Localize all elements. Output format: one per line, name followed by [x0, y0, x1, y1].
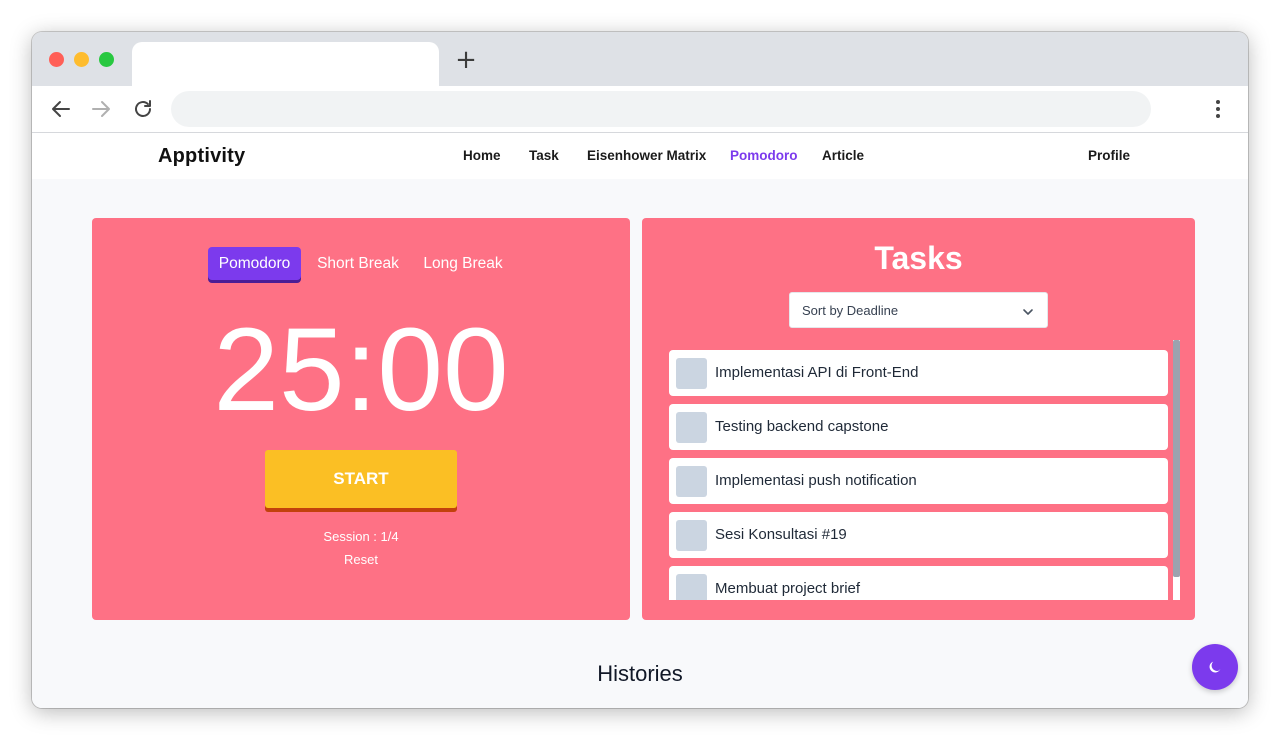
chevron-down-icon — [1021, 304, 1035, 318]
close-window-button[interactable] — [49, 52, 64, 67]
task-checkbox[interactable] — [676, 358, 707, 389]
nav-link-eisenhower-matrix[interactable]: Eisenhower Matrix — [587, 148, 706, 163]
reset-link[interactable]: Reset — [92, 552, 630, 567]
forward-arrow-icon[interactable] — [89, 97, 113, 121]
task-title: Implementasi push notification — [715, 472, 917, 489]
browser-menu-icon[interactable] — [1206, 97, 1230, 121]
minimize-window-button[interactable] — [74, 52, 89, 67]
maximize-window-button[interactable] — [99, 52, 114, 67]
nav-link-pomodoro[interactable]: Pomodoro — [730, 148, 798, 163]
task-item[interactable]: Sesi Konsultasi #19 — [669, 512, 1168, 558]
mode-tab-short-break[interactable]: Short Break — [311, 247, 405, 280]
task-checkbox[interactable] — [676, 466, 707, 497]
task-checkbox[interactable] — [676, 412, 707, 443]
nav-link-task[interactable]: Task — [529, 148, 559, 163]
task-item[interactable]: Implementasi API di Front-End — [669, 350, 1168, 396]
task-item[interactable]: Testing backend capstone — [669, 404, 1168, 450]
timer-display: 25:00 — [213, 304, 509, 436]
task-item[interactable]: Membuat project brief — [669, 566, 1168, 600]
nav-link-article[interactable]: Article — [822, 148, 864, 163]
nav-link-home[interactable]: Home — [463, 148, 501, 163]
task-list[interactable]: Implementasi API di Front-End Testing ba… — [669, 350, 1171, 600]
task-title: Sesi Konsultasi #19 — [715, 526, 847, 543]
tasks-title: Tasks — [874, 240, 963, 276]
mode-tab-long-break[interactable]: Long Break — [418, 247, 508, 280]
page-content: Apptivity Home Task Eisenhower Matrix Po… — [32, 133, 1248, 708]
task-list-scroll-thumb[interactable] — [1173, 340, 1180, 577]
sort-select-value: Sort by Deadline — [802, 303, 899, 318]
mode-tab-pomodoro[interactable]: Pomodoro — [208, 247, 301, 280]
task-item[interactable]: Implementasi push notification — [669, 458, 1168, 504]
task-title: Membuat project brief — [715, 580, 861, 597]
nav-link-profile[interactable]: Profile — [1088, 148, 1130, 163]
moon-icon — [1209, 661, 1221, 673]
browser-toolbar — [32, 86, 1248, 133]
browser-window: + Apptivity Home Task Eisenhower Matrix … — [32, 32, 1248, 708]
task-title: Testing backend capstone — [715, 418, 889, 435]
tasks-panel: Tasks Sort by Deadline Implementasi API … — [642, 218, 1195, 620]
brand-logo[interactable]: Apptivity — [158, 145, 245, 168]
histories-heading: Histories — [597, 661, 683, 686]
pomodoro-timer-panel: Pomodoro Short Break Long Break 25:00 ST… — [92, 218, 630, 620]
browser-tab[interactable] — [132, 42, 439, 86]
task-checkbox[interactable] — [676, 574, 707, 600]
top-navigation: Apptivity Home Task Eisenhower Matrix Po… — [32, 133, 1248, 179]
task-title: Implementasi API di Front-End — [715, 364, 919, 381]
sort-select[interactable]: Sort by Deadline — [789, 292, 1048, 328]
reload-icon[interactable] — [131, 97, 155, 121]
theme-toggle-button[interactable] — [1192, 644, 1238, 690]
address-bar[interactable] — [171, 91, 1151, 127]
new-tab-button[interactable]: + — [452, 46, 480, 74]
session-counter: Session : 1/4 — [323, 529, 399, 544]
back-arrow-icon[interactable] — [49, 97, 73, 121]
start-button[interactable]: START — [265, 450, 457, 508]
task-checkbox[interactable] — [676, 520, 707, 551]
tab-bar: + — [32, 32, 1248, 86]
